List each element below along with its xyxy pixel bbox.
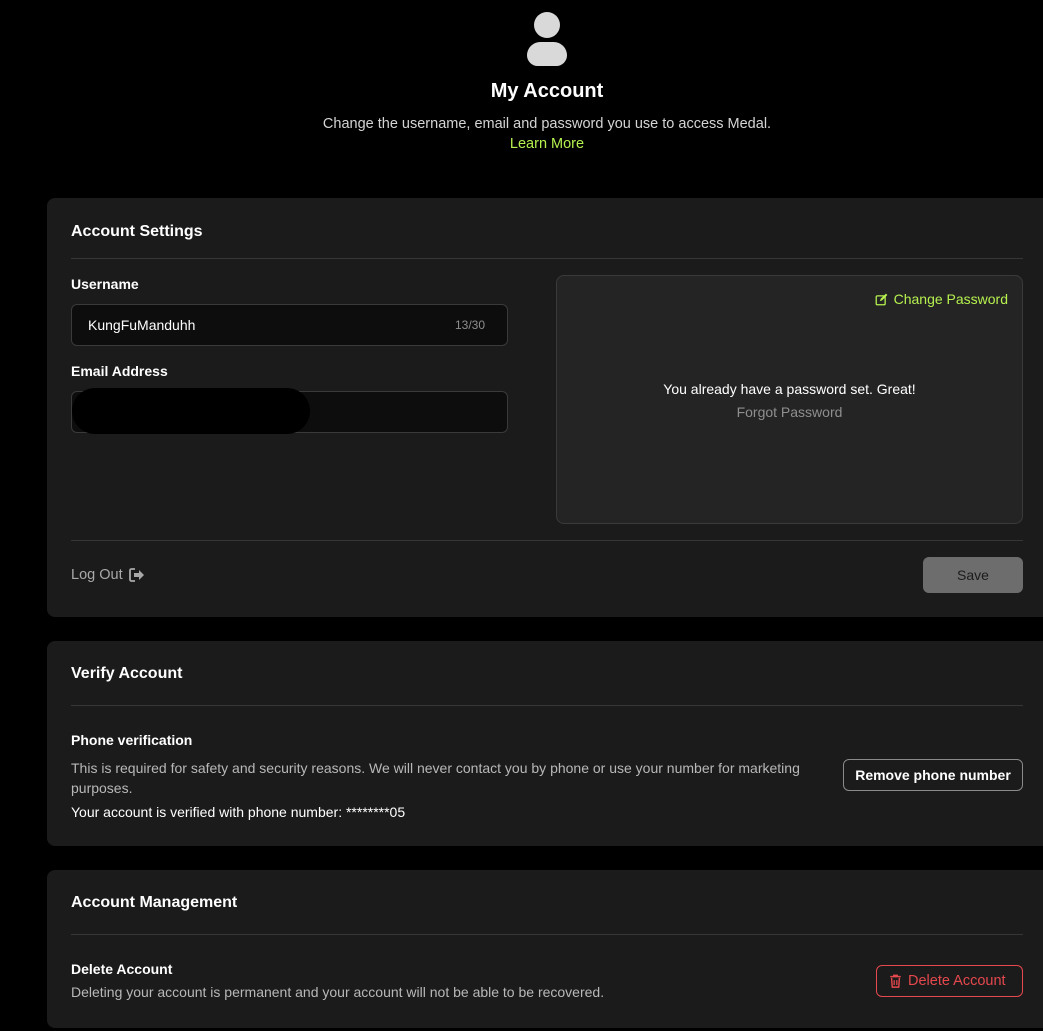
logout-icon bbox=[128, 568, 144, 582]
account-management-card: Account Management Delete Account Deleti… bbox=[47, 870, 1043, 1028]
logout-button[interactable]: Log Out bbox=[71, 567, 145, 583]
divider bbox=[71, 258, 1023, 259]
remove-phone-number-button[interactable]: Remove phone number bbox=[843, 759, 1023, 791]
page-title: My Account bbox=[490, 80, 604, 102]
delete-account-label: Delete Account bbox=[908, 973, 1006, 989]
divider bbox=[71, 705, 1023, 706]
change-password-label: Change Password bbox=[893, 291, 1008, 307]
redacted-email bbox=[72, 388, 310, 434]
account-management-title: Account Management bbox=[71, 894, 238, 911]
username-char-count: 13/30 bbox=[454, 318, 485, 332]
page-subtitle: Change the username, email and password … bbox=[322, 116, 772, 132]
verify-account-card: Verify Account Phone verification This i… bbox=[47, 641, 1043, 846]
verify-account-title: Verify Account bbox=[71, 665, 183, 682]
edit-icon bbox=[875, 293, 887, 305]
email-label: Email Address bbox=[71, 363, 168, 379]
delete-account-button[interactable]: Delete Account bbox=[876, 965, 1023, 997]
username-label: Username bbox=[71, 276, 139, 292]
forgot-password-link[interactable]: Forgot Password bbox=[557, 404, 1022, 420]
password-panel: Change Password You already have a passw… bbox=[556, 275, 1023, 524]
change-password-link[interactable]: Change Password bbox=[875, 291, 1008, 307]
save-button[interactable]: Save bbox=[923, 557, 1023, 593]
divider bbox=[71, 934, 1023, 935]
user-avatar-icon bbox=[527, 12, 567, 66]
delete-account-title: Delete Account bbox=[71, 961, 173, 977]
logout-label: Log Out bbox=[71, 567, 123, 583]
divider bbox=[71, 540, 1023, 541]
phone-verification-description: This is required for safety and security… bbox=[71, 760, 800, 796]
account-settings-title: Account Settings bbox=[71, 223, 203, 240]
account-settings-card: Account Settings Username KungFuManduhh … bbox=[47, 198, 1043, 617]
email-field[interactable] bbox=[71, 388, 508, 434]
username-value: KungFuManduhh bbox=[88, 317, 196, 333]
verified-phone-status: Your account is verified with phone numb… bbox=[71, 804, 406, 820]
learn-more-link[interactable]: Learn More bbox=[0, 136, 1043, 152]
username-field[interactable]: KungFuManduhh 13/30 bbox=[71, 304, 508, 346]
password-status-message: You already have a password set. Great! bbox=[663, 381, 916, 397]
phone-verification-title: Phone verification bbox=[71, 732, 193, 748]
trash-icon bbox=[890, 974, 901, 988]
delete-account-description: Deleting your account is permanent and y… bbox=[71, 984, 605, 1000]
